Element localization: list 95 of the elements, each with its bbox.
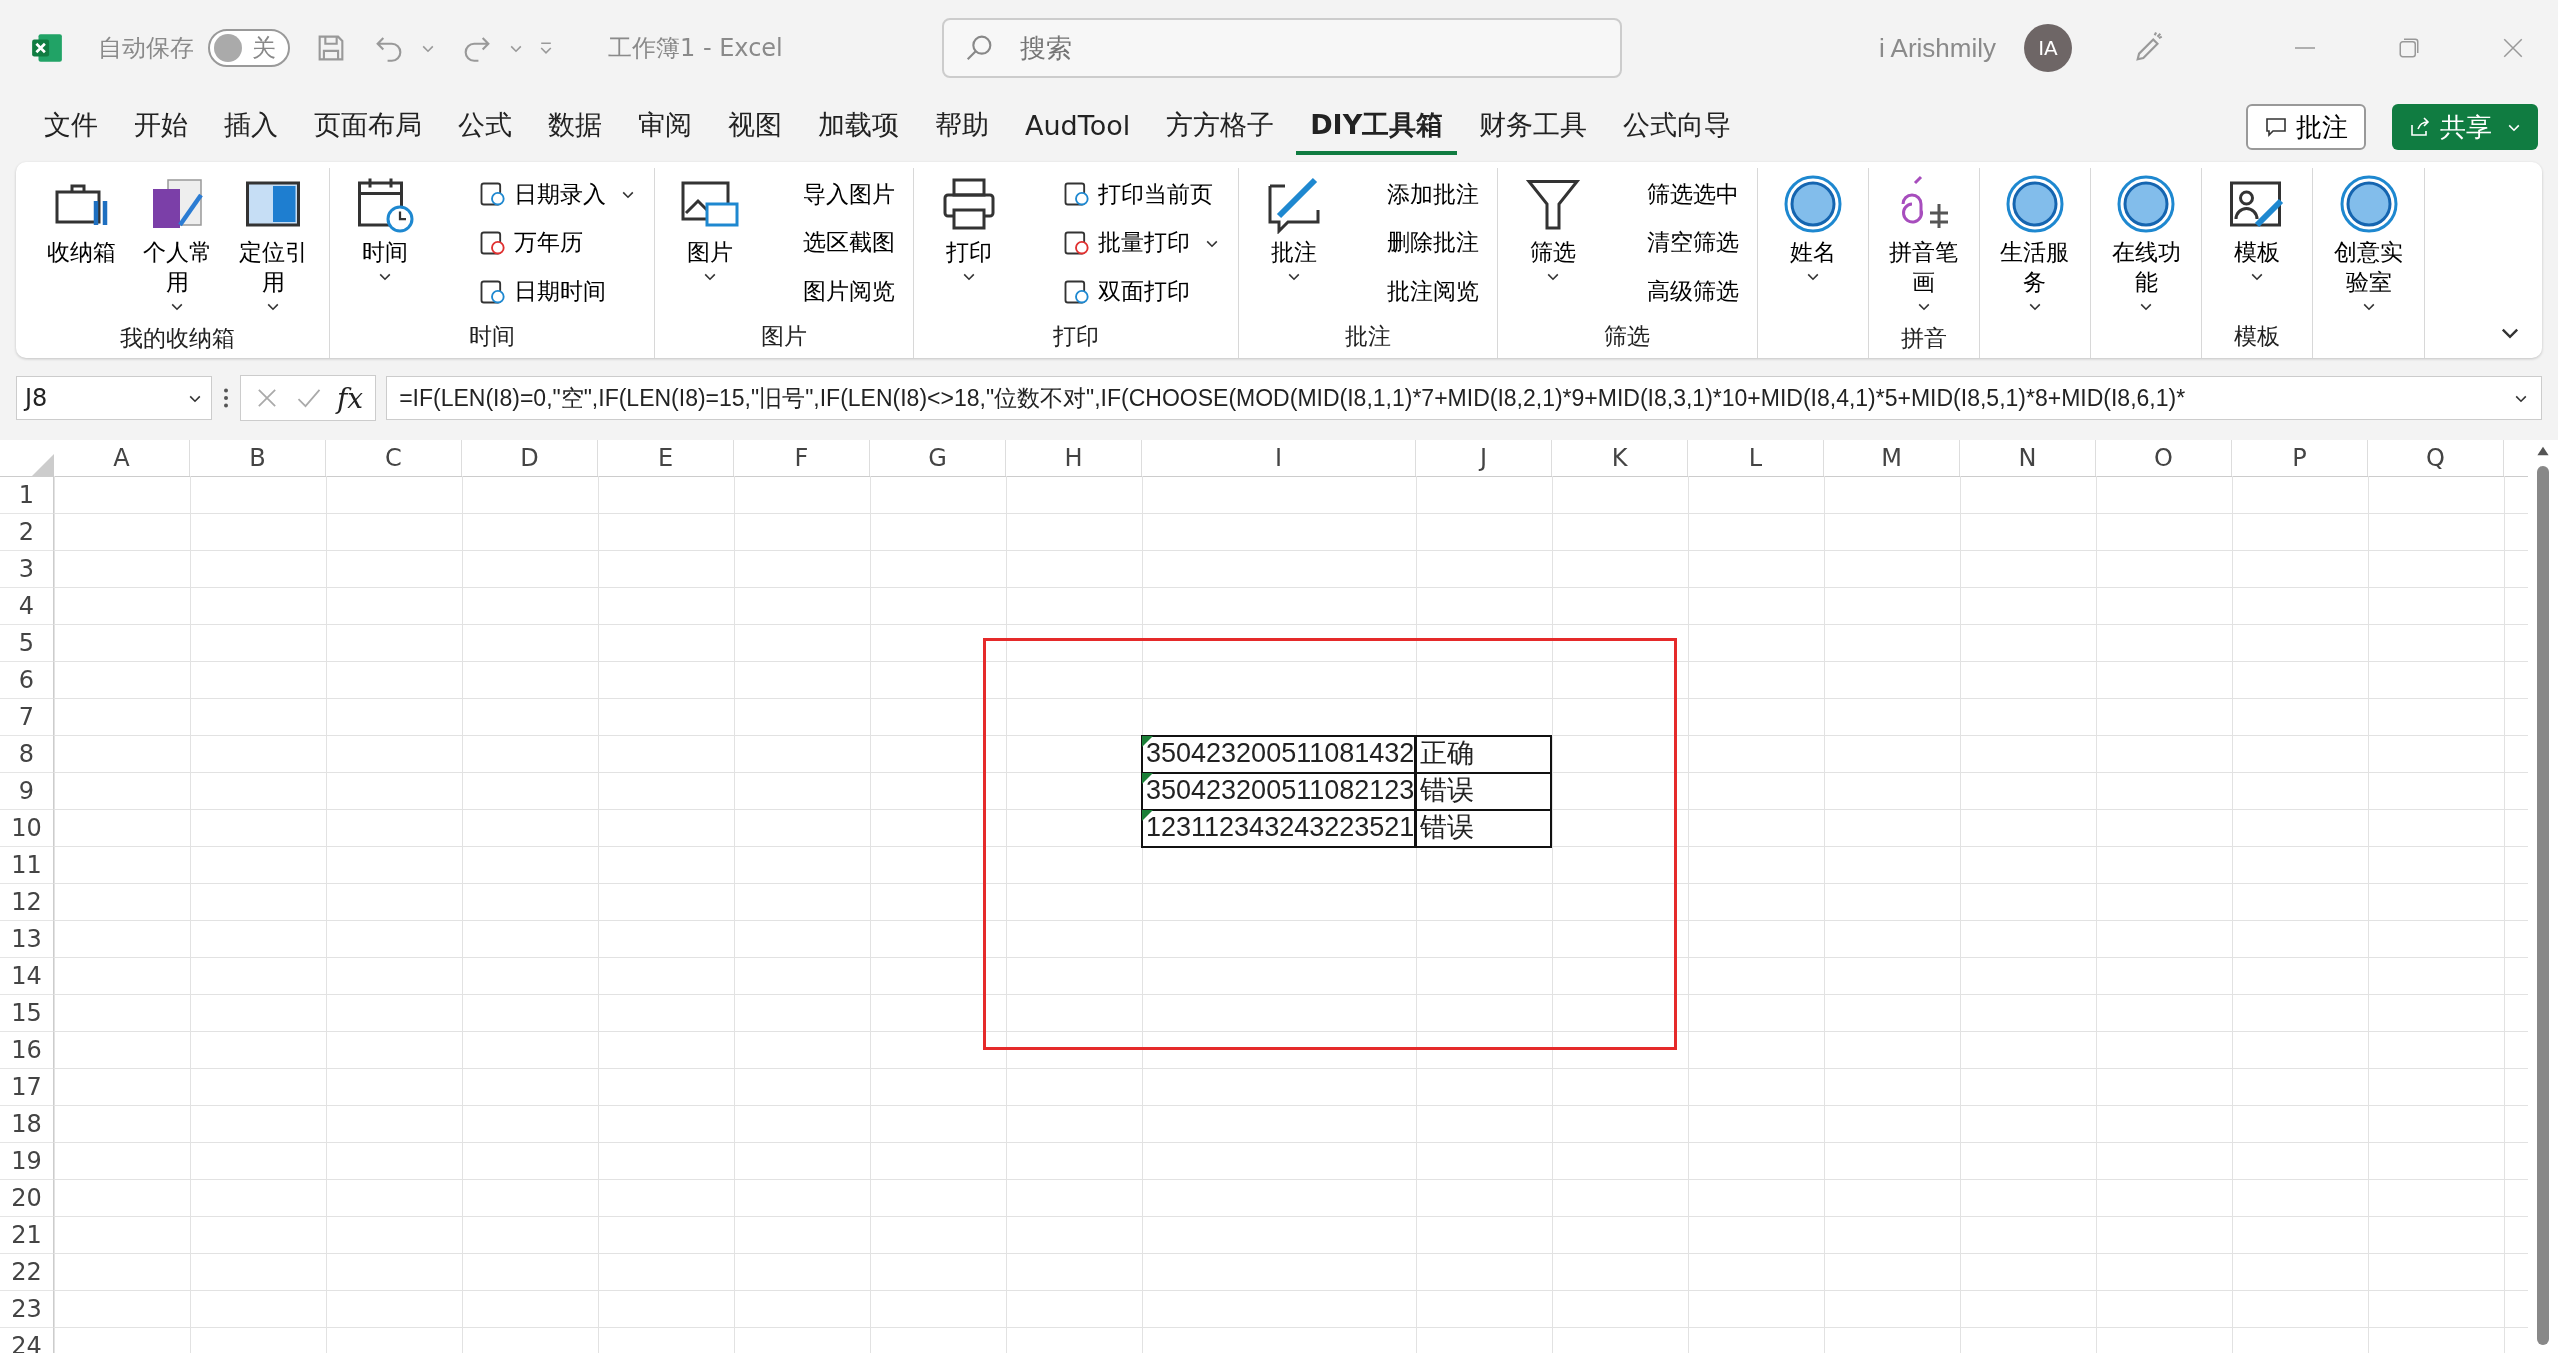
excel-logo-icon [30, 31, 64, 65]
column-header[interactable]: J [1416, 440, 1552, 476]
ribbon-tab[interactable]: 公式向导 [1609, 99, 1746, 155]
ribbon-tab[interactable]: DIY工具箱 [1296, 99, 1458, 155]
group-label: 时间 [467, 322, 516, 351]
ribbon-button[interactable]: 姓名 [1769, 168, 1856, 318]
circle-icon [1782, 174, 1843, 234]
ribbon-tab[interactable]: 插入 [210, 99, 292, 155]
ribbon-tab[interactable]: 财务工具 [1465, 99, 1602, 155]
column-header[interactable]: H [1006, 440, 1142, 476]
ribbon-button[interactable]: 拼音笔画 [1880, 168, 1967, 320]
ribbon-button[interactable]: 生活服务 [1991, 168, 2079, 320]
column-header[interactable]: P [2232, 440, 2368, 476]
ribbon-button[interactable]: 高级筛选 [1640, 274, 1745, 310]
ribbon-button[interactable]: 批注阅览 [1381, 274, 1486, 310]
group-label: 图片 [759, 322, 808, 351]
column-header[interactable]: N [1960, 440, 2096, 476]
circle-icon [2004, 174, 2065, 234]
column-header[interactable]: E [598, 440, 734, 476]
window-title: 工作簿1 - Excel [608, 33, 783, 64]
column-header[interactable]: K [1552, 440, 1688, 476]
circle-icon [2338, 174, 2399, 234]
ribbon-button[interactable]: 定位引用 [230, 168, 317, 320]
ribbon-button[interactable]: 图片阅览 [796, 274, 901, 310]
table-cell: 错误 [1415, 809, 1552, 848]
column-header[interactable]: C [326, 440, 462, 476]
ribbon-button[interactable]: 筛选 [1510, 168, 1597, 318]
ribbon-tab[interactable]: 公式 [444, 99, 526, 155]
user-name: i Arishmily [1879, 32, 1996, 64]
ribbon-tab[interactable]: 视图 [714, 99, 796, 155]
ribbon-button[interactable]: 选区截图 [796, 225, 901, 261]
ribbon-tab[interactable]: 加载项 [804, 99, 913, 155]
name-box[interactable]: J8 [16, 376, 212, 420]
ribbon-tab[interactable]: 帮助 [921, 99, 1003, 155]
ribbon-button[interactable]: 导入图片 [796, 176, 901, 212]
column-header[interactable]: I [1142, 440, 1416, 476]
group-label: 批注 [1344, 322, 1393, 351]
column-header[interactable]: Q [2368, 440, 2504, 476]
avatar[interactable]: IA [2024, 24, 2072, 72]
group-label: 我的收纳箱 [118, 323, 236, 353]
column-header[interactable]: F [734, 440, 870, 476]
autosave-label: 自动保存 [98, 33, 194, 64]
ribbon-button[interactable]: 双面打印 [1056, 274, 1227, 310]
ribbon-tab[interactable]: 文件 [30, 99, 112, 155]
share-button[interactable]: 共享 [2392, 104, 2538, 150]
ribbon-button[interactable]: 创意实验室 [2325, 168, 2412, 320]
table-cell: 350423200511082123 [1141, 772, 1416, 811]
ribbon-button[interactable]: 日期录入 [471, 176, 642, 212]
ribbon-button[interactable]: 在线功能 [2103, 168, 2190, 320]
ribbon-tab[interactable]: 开始 [120, 99, 202, 155]
formula-field[interactable]: =IF(LEN(I8)=0,"空",IF(LEN(I8)=15,"旧号",IF(LEN(I8)<>18,"位数不对",IF(CHOOSE(MOD(MID(I8,1,1)*7+MID(I8,2,1)*9+MID(I8,3,1)*10+MID(I8,4,1)*5+MID(I8,5,1)*8+MID(I8,6,1)* [386, 376, 2542, 420]
column-header[interactable]: G [870, 440, 1006, 476]
table-cell: 123112343243223521 [1141, 809, 1416, 848]
small-icon [1062, 229, 1091, 257]
table-cell: 错误 [1415, 772, 1552, 811]
ribbon-tab[interactable]: 审阅 [624, 99, 706, 155]
ribbon-tab[interactable]: 方方格子 [1152, 99, 1289, 155]
ribbon-button[interactable]: 打印 [925, 168, 1013, 318]
column-header[interactable]: B [190, 440, 326, 476]
column-header[interactable]: M [1824, 440, 1960, 476]
group-label: 拼音 [1899, 323, 1948, 353]
circle-icon [2116, 174, 2177, 234]
ribbon-button[interactable]: 打印当前页 [1056, 176, 1227, 212]
column-header[interactable]: A [54, 440, 190, 476]
column-header[interactable]: L [1688, 440, 1824, 476]
ribbon-button[interactable]: 万年历 [471, 225, 642, 261]
ribbon-tab[interactable]: 数据 [534, 99, 616, 155]
ribbon-tab[interactable]: AudTool [1011, 101, 1145, 153]
group-label: 打印 [1052, 322, 1101, 351]
ribbon-button[interactable]: 批注 [1251, 168, 1338, 318]
comment-icon [2264, 115, 2288, 139]
group-label: 筛选 [1603, 322, 1652, 351]
ribbon-button[interactable]: 图片 [666, 168, 753, 318]
ribbon-button[interactable]: 时间 [341, 168, 428, 318]
table-cell: 正确 [1415, 735, 1552, 774]
search-field[interactable]: 搜索 [941, 18, 1622, 78]
group-label: 模板 [2233, 322, 2282, 351]
ribbon-button[interactable]: 模板 [2214, 168, 2301, 318]
table-cell: 350423200511081432 [1141, 735, 1416, 774]
ribbon-tab[interactable]: 页面布局 [300, 99, 436, 155]
comments-button[interactable]: 批注 [2246, 104, 2366, 150]
ribbon-button[interactable]: 批量打印 [1056, 225, 1227, 261]
autosave-toggle[interactable]: 关 [208, 29, 290, 67]
column-header[interactable]: O [2096, 440, 2232, 476]
ribbon-button[interactable]: 添加批注 [1381, 176, 1486, 212]
ribbon-button[interactable]: 收纳箱 [38, 168, 125, 320]
share-icon [2408, 115, 2432, 139]
ribbon-button[interactable]: 筛选选中 [1640, 176, 1745, 212]
ribbon-button[interactable]: 日期时间 [471, 274, 642, 310]
column-header[interactable]: D [462, 440, 598, 476]
customize-icon[interactable] [538, 40, 554, 56]
ribbon-button[interactable]: 个人常用 [134, 168, 221, 320]
ribbon-button[interactable]: 删除批注 [1381, 225, 1486, 261]
ribbon-button[interactable]: 清空筛选 [1640, 225, 1745, 261]
function-button[interactable]: fx [337, 381, 364, 415]
